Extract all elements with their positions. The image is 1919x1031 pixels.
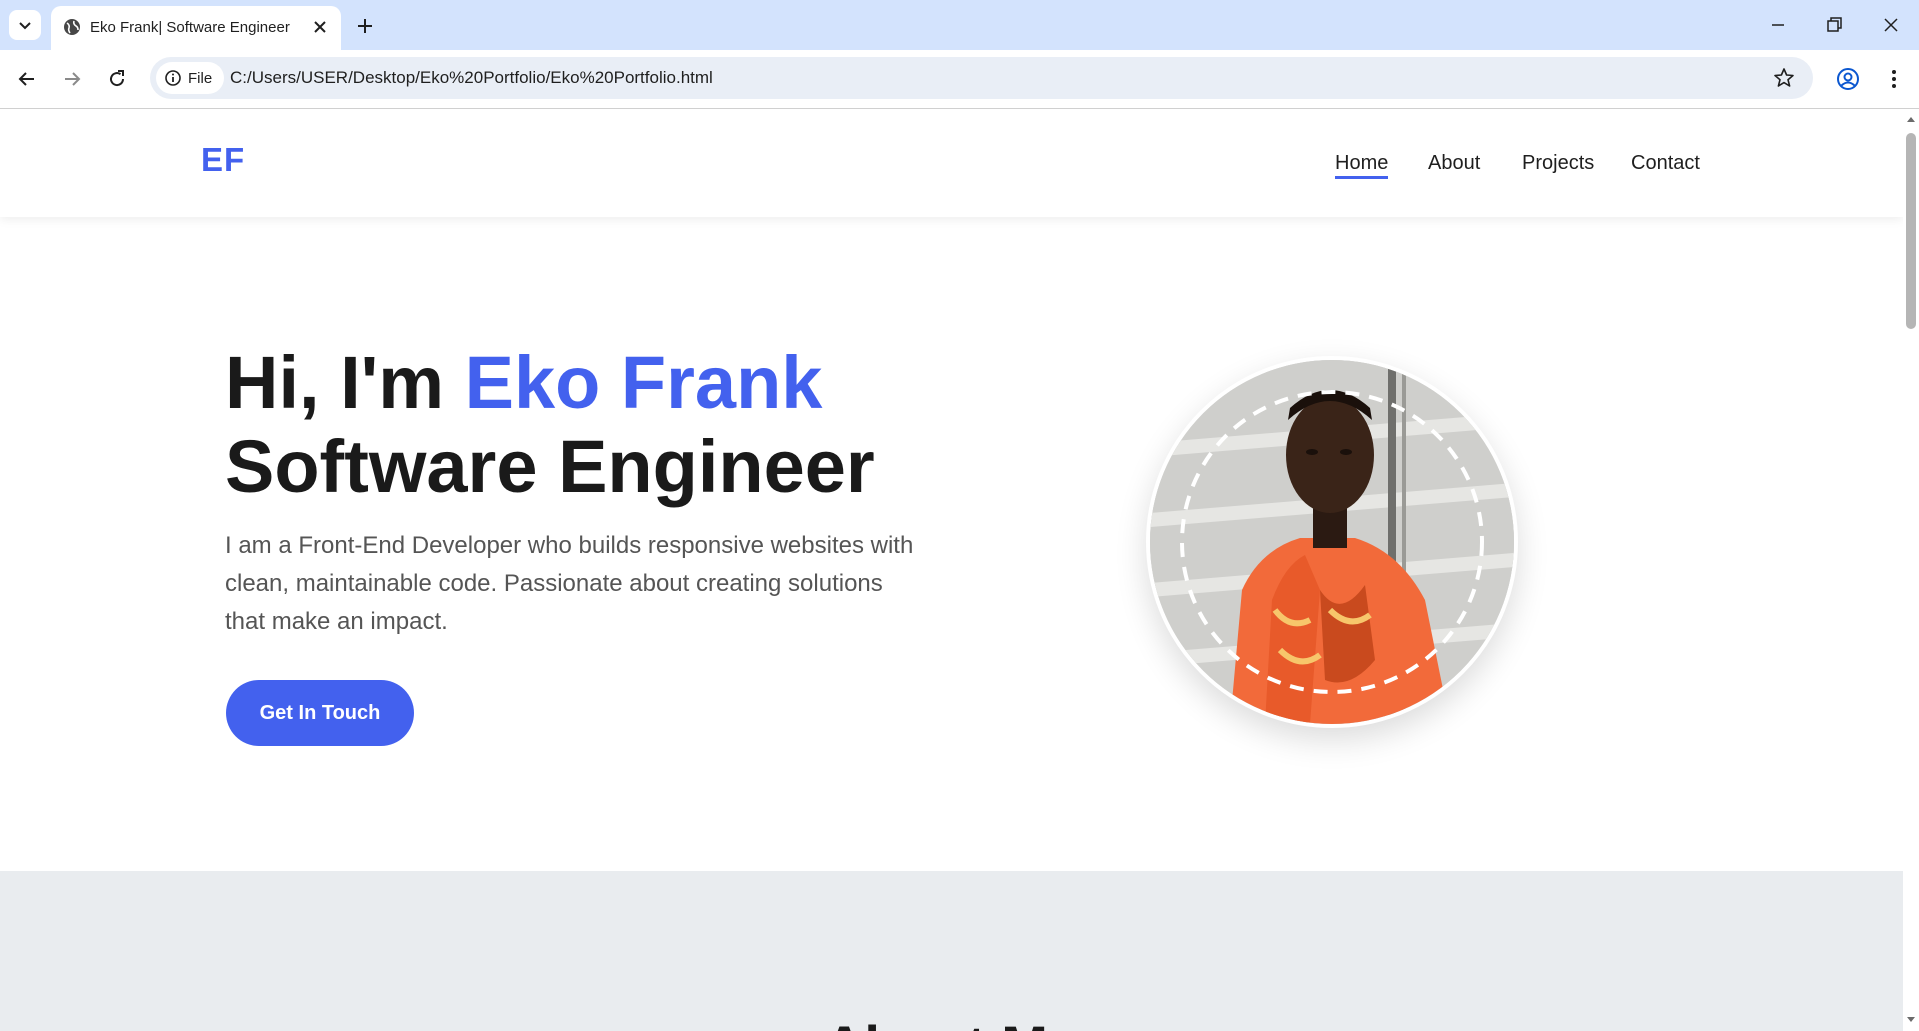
- get-in-touch-button[interactable]: Get In Touch: [226, 680, 414, 746]
- about-heading: About Me: [0, 1013, 1903, 1031]
- hero-description: I am a Front-End Developer who builds re…: [225, 532, 914, 635]
- restore-icon[interactable]: [1821, 12, 1847, 38]
- site-info-chip[interactable]: File: [156, 62, 225, 94]
- back-arrow-icon[interactable]: [14, 66, 40, 92]
- about-section: About Me: [0, 871, 1903, 1031]
- scrollbar-thumb[interactable]: [1906, 133, 1916, 329]
- hero-heading: Hi, I'm Eko Frank Software Engineer: [225, 341, 875, 509]
- window-close-icon[interactable]: [1878, 12, 1904, 38]
- hero-role: Software Engineer: [225, 425, 875, 508]
- site-info-label: File: [188, 69, 213, 87]
- nav-about[interactable]: About: [1428, 152, 1480, 175]
- url-text[interactable]: C:/Users/USER/Desktop/Eko%20Portfolio/Ek…: [230, 68, 713, 88]
- profile-photo: [1146, 356, 1518, 728]
- hero-greeting: Hi, I'm: [225, 341, 445, 424]
- minimize-icon[interactable]: [1765, 12, 1791, 38]
- tab-title: Eko Frank| Software Engineer: [90, 19, 290, 36]
- star-icon[interactable]: [1773, 67, 1795, 89]
- address-bar[interactable]: File C:/Users/USER/Desktop/Eko%20Portfol…: [150, 57, 1813, 99]
- scroll-up-icon[interactable]: [1906, 115, 1916, 125]
- site-logo[interactable]: EF: [201, 141, 245, 179]
- close-icon[interactable]: [311, 18, 329, 36]
- browser-tab-strip: Eko Frank| Software Engineer: [0, 0, 1919, 50]
- plus-icon[interactable]: [353, 14, 377, 38]
- page-viewport: EF Home About Projects Contact Hi, I'm E…: [0, 109, 1903, 1031]
- site-header: EF Home About Projects Contact: [0, 109, 1903, 217]
- globe-icon: [64, 19, 80, 35]
- tab-search-icon: [19, 22, 31, 30]
- forward-arrow-icon[interactable]: [59, 66, 85, 92]
- browser-tab[interactable]: Eko Frank| Software Engineer: [51, 6, 341, 50]
- info-icon: [165, 70, 181, 86]
- nav-projects[interactable]: Projects: [1522, 152, 1594, 175]
- page-scrollbar[interactable]: [1903, 109, 1919, 1031]
- nav-home[interactable]: Home: [1335, 152, 1389, 179]
- kebab-menu-icon[interactable]: [1881, 66, 1907, 92]
- profile-icon[interactable]: [1835, 66, 1861, 92]
- profile-photo-image: [1150, 360, 1514, 724]
- nav-contact[interactable]: Contact: [1631, 152, 1700, 175]
- tab-search-button[interactable]: [9, 10, 41, 40]
- browser-toolbar: File C:/Users/USER/Desktop/Eko%20Portfol…: [0, 50, 1919, 109]
- hero-name: Eko Frank: [464, 341, 823, 424]
- reload-icon[interactable]: [104, 66, 130, 92]
- scroll-down-icon[interactable]: [1906, 1014, 1916, 1024]
